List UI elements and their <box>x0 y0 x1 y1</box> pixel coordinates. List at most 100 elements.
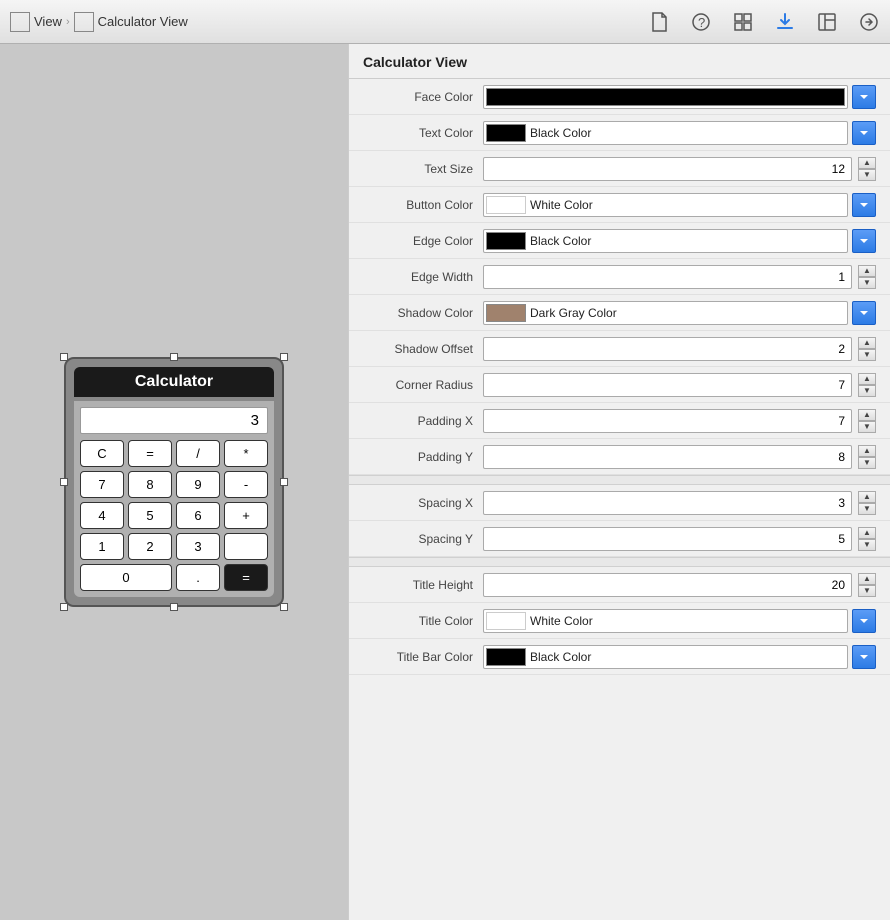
title-color-field[interactable]: White Color <box>483 609 848 633</box>
calc-btn-sub[interactable]: - <box>224 471 268 498</box>
handle-ml[interactable] <box>60 478 68 486</box>
shadow-color-field[interactable]: Dark Gray Color <box>483 301 848 325</box>
title-color-name: White Color <box>530 614 593 628</box>
shadow-color-name: Dark Gray Color <box>530 306 617 320</box>
handle-tm[interactable] <box>170 353 178 361</box>
handle-tl[interactable] <box>60 353 68 361</box>
prop-title-height: Title Height 20 ▲ ▼ <box>349 567 890 603</box>
download-icon[interactable] <box>774 11 796 33</box>
face-color-dropdown-btn[interactable] <box>852 85 876 109</box>
title-color-swatch <box>486 612 526 630</box>
corner-radius-field[interactable]: 7 <box>483 373 852 397</box>
text-color-dropdown-btn[interactable] <box>852 121 876 145</box>
breadcrumb: View › Calculator View <box>10 12 648 32</box>
edge-width-down[interactable]: ▼ <box>858 277 876 289</box>
help-icon[interactable]: ? <box>690 11 712 33</box>
handle-bl[interactable] <box>60 603 68 611</box>
calc-btn-6[interactable]: 6 <box>176 502 220 529</box>
calc-btn-3[interactable]: 3 <box>176 533 220 560</box>
calc-btn-dot[interactable]: . <box>176 564 220 591</box>
handle-mr[interactable] <box>280 478 288 486</box>
calc-btn-1[interactable]: 1 <box>80 533 124 560</box>
breadcrumb-calculator-view[interactable]: Calculator View <box>74 12 188 32</box>
title-color-dropdown-btn[interactable] <box>852 609 876 633</box>
label-text-color: Text Color <box>363 126 483 140</box>
spacing-x-down[interactable]: ▼ <box>858 503 876 515</box>
calc-btn-c[interactable]: C <box>80 440 124 467</box>
breadcrumb-view[interactable]: View <box>10 12 62 32</box>
calc-buttons: C = / * 7 8 9 - 4 5 6 + 1 2 3 <box>80 440 268 591</box>
padding-x-up[interactable]: ▲ <box>858 409 876 421</box>
label-corner-radius: Corner Radius <box>363 378 483 392</box>
title-height-down[interactable]: ▼ <box>858 585 876 597</box>
label-title-color: Title Color <box>363 614 483 628</box>
edge-width-field[interactable]: 1 <box>483 265 852 289</box>
canvas-panel[interactable]: Calculator 3 C = / * 7 8 9 - 4 5 6 <box>0 44 348 920</box>
spacing-x-up[interactable]: ▲ <box>858 491 876 503</box>
control-text-color: Black Color <box>483 121 876 145</box>
title-bar-color-dropdown-btn[interactable] <box>852 645 876 669</box>
calc-btn-8[interactable]: 8 <box>128 471 172 498</box>
padding-x-down[interactable]: ▼ <box>858 421 876 433</box>
breadcrumb-view-label: View <box>34 14 62 29</box>
title-height-up[interactable]: ▲ <box>858 573 876 585</box>
calc-btn-5[interactable]: 5 <box>128 502 172 529</box>
corner-radius-up[interactable]: ▲ <box>858 373 876 385</box>
label-spacing-y: Spacing Y <box>363 532 483 546</box>
prop-padding-y: Padding Y 8 ▲ ▼ <box>349 439 890 475</box>
calc-btn-eq2[interactable]: = <box>224 564 268 591</box>
prop-edge-color: Edge Color Black Color <box>349 223 890 259</box>
face-color-field[interactable] <box>483 85 848 109</box>
spacing-y-down[interactable]: ▼ <box>858 539 876 551</box>
view-icon <box>10 12 30 32</box>
prop-corner-radius: Corner Radius 7 ▲ ▼ <box>349 367 890 403</box>
text-color-field[interactable]: Black Color <box>483 121 848 145</box>
handle-tr[interactable] <box>280 353 288 361</box>
calc-btn-7[interactable]: 7 <box>80 471 124 498</box>
shadow-offset-up[interactable]: ▲ <box>858 337 876 349</box>
shadow-color-dropdown-btn[interactable] <box>852 301 876 325</box>
text-size-down[interactable]: ▼ <box>858 169 876 181</box>
calc-btn-div[interactable]: / <box>176 440 220 467</box>
calculator: Calculator 3 C = / * 7 8 9 - 4 5 6 <box>64 357 284 607</box>
control-padding-y: 8 ▲ ▼ <box>483 445 876 469</box>
navigate-icon[interactable] <box>858 11 880 33</box>
handle-bm[interactable] <box>170 603 178 611</box>
calc-btn-2[interactable]: 2 <box>128 533 172 560</box>
calc-btn-0[interactable]: 0 <box>80 564 172 591</box>
control-spacing-x: 3 ▲ ▼ <box>483 491 876 515</box>
shadow-offset-down[interactable]: ▼ <box>858 349 876 361</box>
button-color-dropdown-btn[interactable] <box>852 193 876 217</box>
spacing-x-field[interactable]: 3 <box>483 491 852 515</box>
title-bar-color-field[interactable]: Black Color <box>483 645 848 669</box>
control-spacing-y: 5 ▲ ▼ <box>483 527 876 551</box>
padding-y-up[interactable]: ▲ <box>858 445 876 457</box>
padding-y-field[interactable]: 8 <box>483 445 852 469</box>
calc-btn-mul[interactable]: * <box>224 440 268 467</box>
title-height-field[interactable]: 20 <box>483 573 852 597</box>
label-shadow-offset: Shadow Offset <box>363 342 483 356</box>
text-size-up[interactable]: ▲ <box>858 157 876 169</box>
corner-radius-down[interactable]: ▼ <box>858 385 876 397</box>
text-size-field[interactable]: 12 <box>483 157 852 181</box>
button-color-field[interactable]: White Color <box>483 193 848 217</box>
spacing-y-up[interactable]: ▲ <box>858 527 876 539</box>
control-corner-radius: 7 ▲ ▼ <box>483 373 876 397</box>
calc-btn-eq1[interactable]: = <box>128 440 172 467</box>
label-shadow-color: Shadow Color <box>363 306 483 320</box>
file-icon[interactable] <box>648 11 670 33</box>
calc-btn-4[interactable]: 4 <box>80 502 124 529</box>
button-color-swatch <box>486 196 526 214</box>
inspector-icon[interactable] <box>816 11 838 33</box>
calc-btn-add[interactable]: + <box>224 502 268 529</box>
edge-color-field[interactable]: Black Color <box>483 229 848 253</box>
calc-btn-9[interactable]: 9 <box>176 471 220 498</box>
padding-y-down[interactable]: ▼ <box>858 457 876 469</box>
spacing-y-field[interactable]: 5 <box>483 527 852 551</box>
grid-icon[interactable] <box>732 11 754 33</box>
edge-width-up[interactable]: ▲ <box>858 265 876 277</box>
handle-br[interactable] <box>280 603 288 611</box>
padding-x-field[interactable]: 7 <box>483 409 852 433</box>
edge-color-dropdown-btn[interactable] <box>852 229 876 253</box>
shadow-offset-field[interactable]: 2 <box>483 337 852 361</box>
